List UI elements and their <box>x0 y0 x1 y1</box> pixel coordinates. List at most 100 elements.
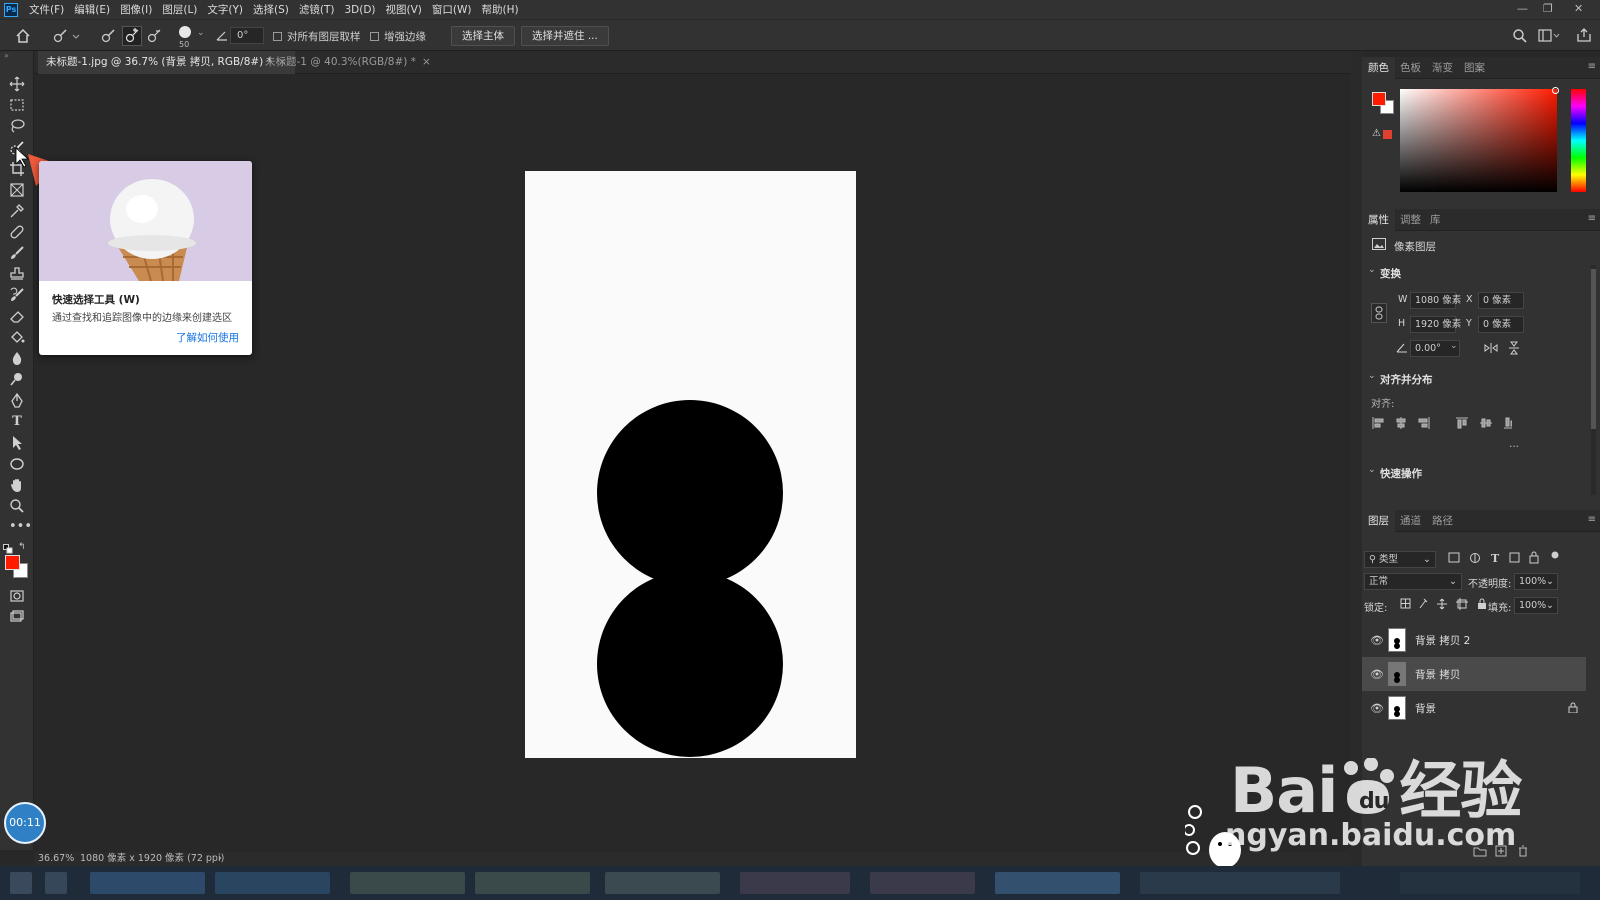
chevron-down-icon[interactable]: ⌄ <box>1368 465 1376 475</box>
menu-filter[interactable]: 滤镜(T) <box>294 2 340 17</box>
menu-layer[interactable]: 图层(L) <box>157 2 202 17</box>
tab-libraries[interactable]: 库 <box>1424 209 1447 231</box>
sample-all-layers-checkbox[interactable]: 对所有图层取样 <box>273 28 361 44</box>
document-canvas[interactable] <box>525 171 856 758</box>
taskbar-app-photoshop[interactable] <box>995 872 1120 894</box>
chevron-down-icon[interactable]: ⌄ <box>197 28 205 38</box>
color-field[interactable] <box>1400 89 1557 192</box>
taskbar-app[interactable] <box>90 872 205 894</box>
recording-timer[interactable]: 00:11 <box>4 802 46 844</box>
blur-tool-icon[interactable] <box>9 350 25 366</box>
blend-mode-select[interactable]: 正常 ⌄ <box>1364 573 1462 590</box>
menu-type[interactable]: 文字(Y) <box>202 2 248 17</box>
close-window-icon[interactable]: ✕ <box>1574 2 1583 15</box>
screen-mode-icon[interactable] <box>9 609 25 625</box>
tab-paths[interactable]: 路径 <box>1426 510 1459 532</box>
visibility-eye-icon[interactable]: 👁 <box>1370 634 1384 647</box>
collapse-icon[interactable]: » <box>4 51 9 60</box>
foreground-color-swatch[interactable] <box>5 555 20 570</box>
visibility-eye-icon[interactable]: 👁 <box>1370 702 1384 715</box>
layer-filter-select[interactable]: ⚲ 类型 ⌄ <box>1364 551 1436 568</box>
tab-adjustments[interactable]: 调整 <box>1394 209 1427 231</box>
type-tool-icon[interactable]: T <box>9 414 25 430</box>
color-picker-marker[interactable] <box>1552 87 1559 94</box>
status-menu-arrow[interactable]: › <box>218 852 222 866</box>
menu-view[interactable]: 视图(V) <box>381 2 427 17</box>
menu-file[interactable]: 文件(F) <box>24 2 69 17</box>
paint-bucket-tool-icon[interactable] <box>9 329 25 345</box>
close-tab-icon[interactable]: × <box>422 56 431 68</box>
lasso-tool-icon[interactable] <box>9 118 25 134</box>
gamut-warning-icon[interactable]: ⚠ <box>1372 128 1381 139</box>
layer-name[interactable]: 背景 <box>1415 701 1436 716</box>
search-icon[interactable] <box>1512 28 1528 44</box>
tab-patterns[interactable]: 图案 <box>1458 57 1491 79</box>
more-options-icon[interactable]: ... <box>1509 438 1519 450</box>
lock-icon[interactable] <box>1568 702 1578 713</box>
menu-image[interactable]: 图像(I) <box>115 2 157 17</box>
path-selection-tool-icon[interactable] <box>9 435 25 451</box>
layer-filter-buttons[interactable]: T <box>1448 551 1568 565</box>
more-tools-icon[interactable]: ••• <box>9 519 32 535</box>
menu-window[interactable]: 窗口(W) <box>427 2 477 17</box>
flip-horizontal-icon[interactable] <box>1484 342 1498 354</box>
learn-how-link[interactable]: 了解如何使用 <box>176 330 239 345</box>
home-icon[interactable] <box>15 28 31 44</box>
menu-select[interactable]: 选择(S) <box>248 2 294 17</box>
subtract-from-selection-icon[interactable] <box>146 28 162 44</box>
workspace-icon[interactable] <box>1538 28 1560 44</box>
share-icon[interactable] <box>1576 27 1592 43</box>
start-button-icon[interactable] <box>10 872 32 894</box>
height-input[interactable]: 1920 像素 <box>1410 316 1461 333</box>
menu-help[interactable]: 帮助(H) <box>477 2 524 17</box>
zoom-level[interactable]: 36.67% <box>38 852 74 866</box>
new-selection-icon[interactable] <box>100 28 116 44</box>
chevron-down-icon[interactable]: ⌄ <box>1368 371 1376 381</box>
layer-row[interactable]: 👁 背景 拷贝 2 <box>1362 623 1586 657</box>
checkbox-box[interactable] <box>370 31 379 41</box>
enhance-edge-checkbox[interactable]: 增强边缘 <box>370 28 426 44</box>
layer-row[interactable]: 👁 背景 <box>1362 691 1586 725</box>
opacity-input[interactable]: 100% ⌄ <box>1514 573 1558 590</box>
tab-channels[interactable]: 通道 <box>1394 510 1427 532</box>
layer-name[interactable]: 背景 拷贝 2 <box>1415 633 1470 648</box>
link-icon[interactable] <box>1371 303 1387 323</box>
x-input[interactable]: 0 像素 <box>1478 292 1524 309</box>
tab-document-2[interactable]: 未标题-1 @ 40.3%(RGB/8#) * × <box>257 51 439 74</box>
taskbar-app[interactable] <box>475 872 590 894</box>
chevron-down-icon[interactable]: ⌄ <box>1368 265 1376 275</box>
add-to-selection-icon[interactable] <box>122 26 142 46</box>
marquee-tool-icon[interactable] <box>9 97 25 113</box>
visibility-eye-icon[interactable]: 👁 <box>1370 668 1384 681</box>
taskbar-app[interactable] <box>350 872 465 894</box>
eraser-tool-icon[interactable] <box>9 308 25 324</box>
history-brush-tool-icon[interactable] <box>9 287 25 303</box>
angle-input[interactable]: 0° <box>230 27 264 44</box>
align-heading[interactable]: 对齐并分布 <box>1380 372 1433 387</box>
fill-input[interactable]: 100% ⌄ <box>1514 597 1558 614</box>
clone-stamp-tool-icon[interactable] <box>9 266 25 282</box>
panel-menu-icon[interactable]: ≡ <box>1588 61 1596 72</box>
clock-area[interactable] <box>1400 872 1580 894</box>
taskview-icon[interactable] <box>45 872 67 894</box>
chevron-down-icon[interactable]: ⌄ <box>1450 341 1458 351</box>
tab-color[interactable]: 颜色 <box>1362 57 1395 79</box>
menu-3d[interactable]: 3D(D) <box>339 4 380 16</box>
dodge-tool-icon[interactable] <box>9 371 25 387</box>
quick-mask-icon[interactable] <box>9 588 25 604</box>
brush-size-icon[interactable] <box>177 24 193 40</box>
taskbar-app[interactable] <box>870 872 975 894</box>
select-and-mask-button[interactable]: 选择并遮住 ... <box>521 26 609 46</box>
minimize-icon[interactable]: — <box>1517 2 1528 15</box>
ellipse-tool-icon[interactable] <box>9 456 25 472</box>
gamut-color-swatch[interactable] <box>1383 130 1392 139</box>
zoom-tool-icon[interactable] <box>9 498 25 514</box>
taskbar-app[interactable] <box>605 872 720 894</box>
select-subject-button[interactable]: 选择主体 <box>451 26 515 46</box>
y-input[interactable]: 0 像素 <box>1478 316 1524 333</box>
tab-gradients[interactable]: 渐变 <box>1426 57 1459 79</box>
properties-scrollbar[interactable] <box>1591 265 1596 495</box>
taskbar-app[interactable] <box>740 872 850 894</box>
system-tray[interactable] <box>1140 872 1340 894</box>
restore-icon[interactable]: ❐ <box>1543 2 1553 15</box>
